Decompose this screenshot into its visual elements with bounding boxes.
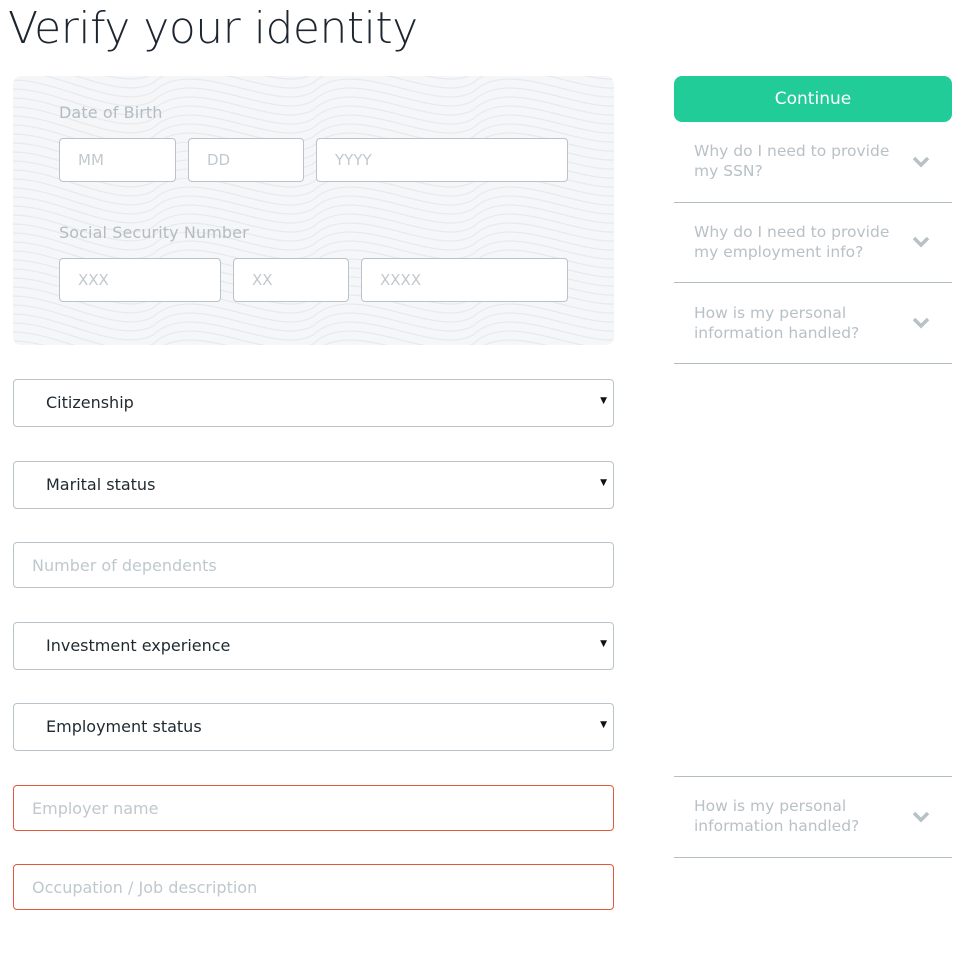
employer-name-input[interactable] [13, 785, 614, 831]
dropdown-caret-icon: ▼ [600, 720, 607, 730]
continue-button[interactable]: Continue [674, 76, 952, 122]
ssn-part2-input[interactable] [233, 258, 349, 302]
ssn-label: Social Security Number [59, 223, 249, 242]
ssn-part1-input[interactable] [59, 258, 221, 302]
dob-month-input[interactable] [59, 138, 176, 182]
dropdown-caret-icon: ▼ [600, 478, 607, 488]
faq-item-employment[interactable]: Why do I need to provide my employment i… [674, 203, 952, 283]
faq-question: How is my personal information handled? [694, 304, 860, 342]
employment-status-select-label: Employment status [46, 717, 202, 736]
faq-item-personal-info-2[interactable]: How is my personal information handled? [674, 776, 952, 858]
investment-experience-select-label: Investment experience [46, 636, 231, 655]
investment-experience-select[interactable]: Investment experience ▼ [13, 622, 614, 670]
ssn-part3-input[interactable] [361, 258, 568, 302]
chevron-down-icon [912, 156, 930, 168]
chevron-down-icon [912, 317, 930, 329]
occupation-input[interactable] [13, 864, 614, 910]
dropdown-caret-icon: ▼ [600, 396, 607, 406]
chevron-down-icon [912, 811, 930, 823]
chevron-down-icon [912, 236, 930, 248]
faq-item-personal-info[interactable]: How is my personal information handled? [674, 284, 952, 364]
dependents-input[interactable] [13, 542, 614, 588]
faq-question: Why do I need to provide my SSN? [694, 142, 890, 180]
identity-panel: Date of Birth Social Security Number [13, 76, 614, 345]
marital-status-select[interactable]: Marital status ▼ [13, 461, 614, 509]
faq-question: Why do I need to provide my employment i… [694, 223, 890, 261]
marital-status-select-label: Marital status [46, 475, 156, 494]
faq-item-ssn[interactable]: Why do I need to provide my SSN? [674, 123, 952, 203]
dob-label: Date of Birth [59, 103, 163, 122]
dob-day-input[interactable] [188, 138, 304, 182]
citizenship-select-label: Citizenship [46, 393, 134, 412]
page-title: Verify your identity [8, 3, 418, 54]
faq-question: How is my personal information handled? [694, 797, 860, 835]
employment-status-select[interactable]: Employment status ▼ [13, 703, 614, 751]
citizenship-select[interactable]: Citizenship ▼ [13, 379, 614, 427]
dob-year-input[interactable] [316, 138, 568, 182]
dropdown-caret-icon: ▼ [600, 639, 607, 649]
